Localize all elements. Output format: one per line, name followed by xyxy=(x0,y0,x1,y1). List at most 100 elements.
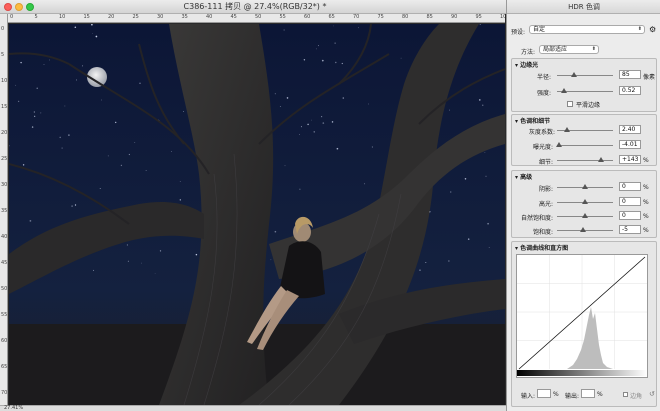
star xyxy=(139,82,141,84)
image-canvas[interactable] xyxy=(9,24,505,405)
ruler-label: 5 xyxy=(34,14,38,20)
detail-slider[interactable] xyxy=(557,157,613,162)
star xyxy=(479,24,481,25)
advanced-title[interactable]: ▾ 高级 xyxy=(515,172,532,181)
detail-input[interactable]: +143 xyxy=(619,155,641,164)
slider-thumb[interactable] xyxy=(556,142,563,147)
star xyxy=(145,170,147,171)
shadow-label: 阴影: xyxy=(539,186,554,193)
star xyxy=(425,261,427,264)
star xyxy=(467,238,470,240)
star xyxy=(31,126,34,128)
shadow-input[interactable]: 0 xyxy=(619,182,641,191)
exposure-input[interactable]: -4.01 xyxy=(619,140,641,149)
star xyxy=(482,104,484,106)
preset-select[interactable]: 自定 ⬍ xyxy=(529,25,645,34)
star xyxy=(335,61,337,64)
reset-icon[interactable]: ↺ xyxy=(649,390,655,398)
highlight-input[interactable]: 0 xyxy=(619,197,641,206)
ruler-label: 30 xyxy=(157,14,164,20)
slider-thumb[interactable] xyxy=(580,227,587,232)
star xyxy=(364,183,366,185)
slider-thumb[interactable] xyxy=(582,184,588,189)
corner-checkbox[interactable] xyxy=(623,392,628,397)
ruler-label: 0 xyxy=(1,26,5,32)
ruler-label: 100 xyxy=(500,14,505,20)
ruler-label: 15 xyxy=(83,14,90,20)
star xyxy=(313,131,315,133)
gamma-slider[interactable] xyxy=(557,127,613,132)
horizontal-ruler[interactable]: 0 5 10 15 20 25 30 35 40 45 50 55 60 65 70 75 80 85 90 95 10… xyxy=(8,14,505,23)
star xyxy=(270,259,272,261)
vibrance-unit: % xyxy=(643,213,649,220)
ruler-label: 25 xyxy=(132,14,139,20)
ruler-label: 10 xyxy=(59,14,66,20)
strength-slider[interactable] xyxy=(557,88,613,93)
night-tree-photo xyxy=(9,24,505,405)
star xyxy=(336,147,339,150)
radius-input[interactable]: 85 xyxy=(619,70,641,79)
method-select[interactable]: 局部适应 ⬍ xyxy=(539,45,599,54)
star xyxy=(92,33,94,34)
star xyxy=(64,105,66,107)
curve-title[interactable]: ▾ 色调曲线和直方图 xyxy=(515,243,568,252)
radius-slider[interactable] xyxy=(557,72,613,77)
star xyxy=(126,244,128,246)
smooth-edges-checkbox[interactable] xyxy=(567,101,573,107)
star xyxy=(284,165,286,167)
curve-input-field[interactable] xyxy=(537,389,551,398)
gear-icon[interactable]: ⚙ xyxy=(649,25,656,34)
star xyxy=(485,175,487,177)
strength-input[interactable]: 0.52 xyxy=(619,86,641,95)
shadow-slider[interactable] xyxy=(557,184,613,189)
star xyxy=(92,269,95,271)
ruler-label: 65 xyxy=(1,364,8,370)
star xyxy=(20,61,22,64)
highlight-slider[interactable] xyxy=(557,199,613,204)
star xyxy=(17,100,20,103)
slider-thumb[interactable] xyxy=(597,157,604,162)
ruler-label: 70 xyxy=(1,390,8,396)
ruler-label: 20 xyxy=(1,130,8,136)
radius-unit: 像素 xyxy=(643,74,656,81)
preset-label: 预设: xyxy=(511,29,526,36)
saturation-input[interactable]: -5 xyxy=(619,225,641,234)
vertical-ruler[interactable]: 0 5 10 15 20 25 30 35 40 45 50 55 60 65 70 xyxy=(0,14,8,411)
star xyxy=(71,205,73,207)
star xyxy=(34,115,36,117)
vibrance-input[interactable]: 0 xyxy=(619,211,641,220)
slider-thumb[interactable] xyxy=(570,72,577,77)
star xyxy=(342,97,345,99)
tone-detail-title[interactable]: ▾ 色调和细节 xyxy=(515,116,550,125)
star xyxy=(341,62,343,65)
ruler-label: 30 xyxy=(1,182,8,188)
slider-thumb[interactable] xyxy=(582,213,588,218)
detail-unit: % xyxy=(643,157,649,164)
curve-output-field[interactable] xyxy=(581,389,595,398)
chevron-updown-icon: ⬍ xyxy=(591,46,596,52)
slider-thumb[interactable] xyxy=(564,127,571,132)
exposure-slider[interactable] xyxy=(556,142,613,147)
ruler-label: 40 xyxy=(206,14,213,20)
star xyxy=(488,246,490,248)
detail-label: 细节: xyxy=(539,159,554,166)
edge-glow-title[interactable]: ▾ 边缘光 xyxy=(515,60,538,69)
output-label: 输出: xyxy=(565,393,580,400)
star xyxy=(334,42,336,44)
slider-thumb[interactable] xyxy=(560,88,567,93)
histogram xyxy=(567,307,613,369)
star xyxy=(74,26,77,28)
curve-histogram-graph[interactable] xyxy=(516,254,648,378)
gamma-input[interactable]: 2.40 xyxy=(619,125,641,134)
star xyxy=(321,59,324,62)
corner-label: 边角 xyxy=(630,393,643,400)
slider-thumb[interactable] xyxy=(582,199,588,204)
saturation-slider[interactable] xyxy=(557,227,613,232)
ruler-label: 5 xyxy=(1,52,5,58)
ruler-label: 35 xyxy=(1,208,8,214)
star xyxy=(303,59,306,61)
zoom-level[interactable]: 27.41% xyxy=(4,405,23,411)
star xyxy=(159,250,162,252)
vibrance-slider[interactable] xyxy=(557,213,613,218)
ruler-label: 70 xyxy=(353,14,360,20)
